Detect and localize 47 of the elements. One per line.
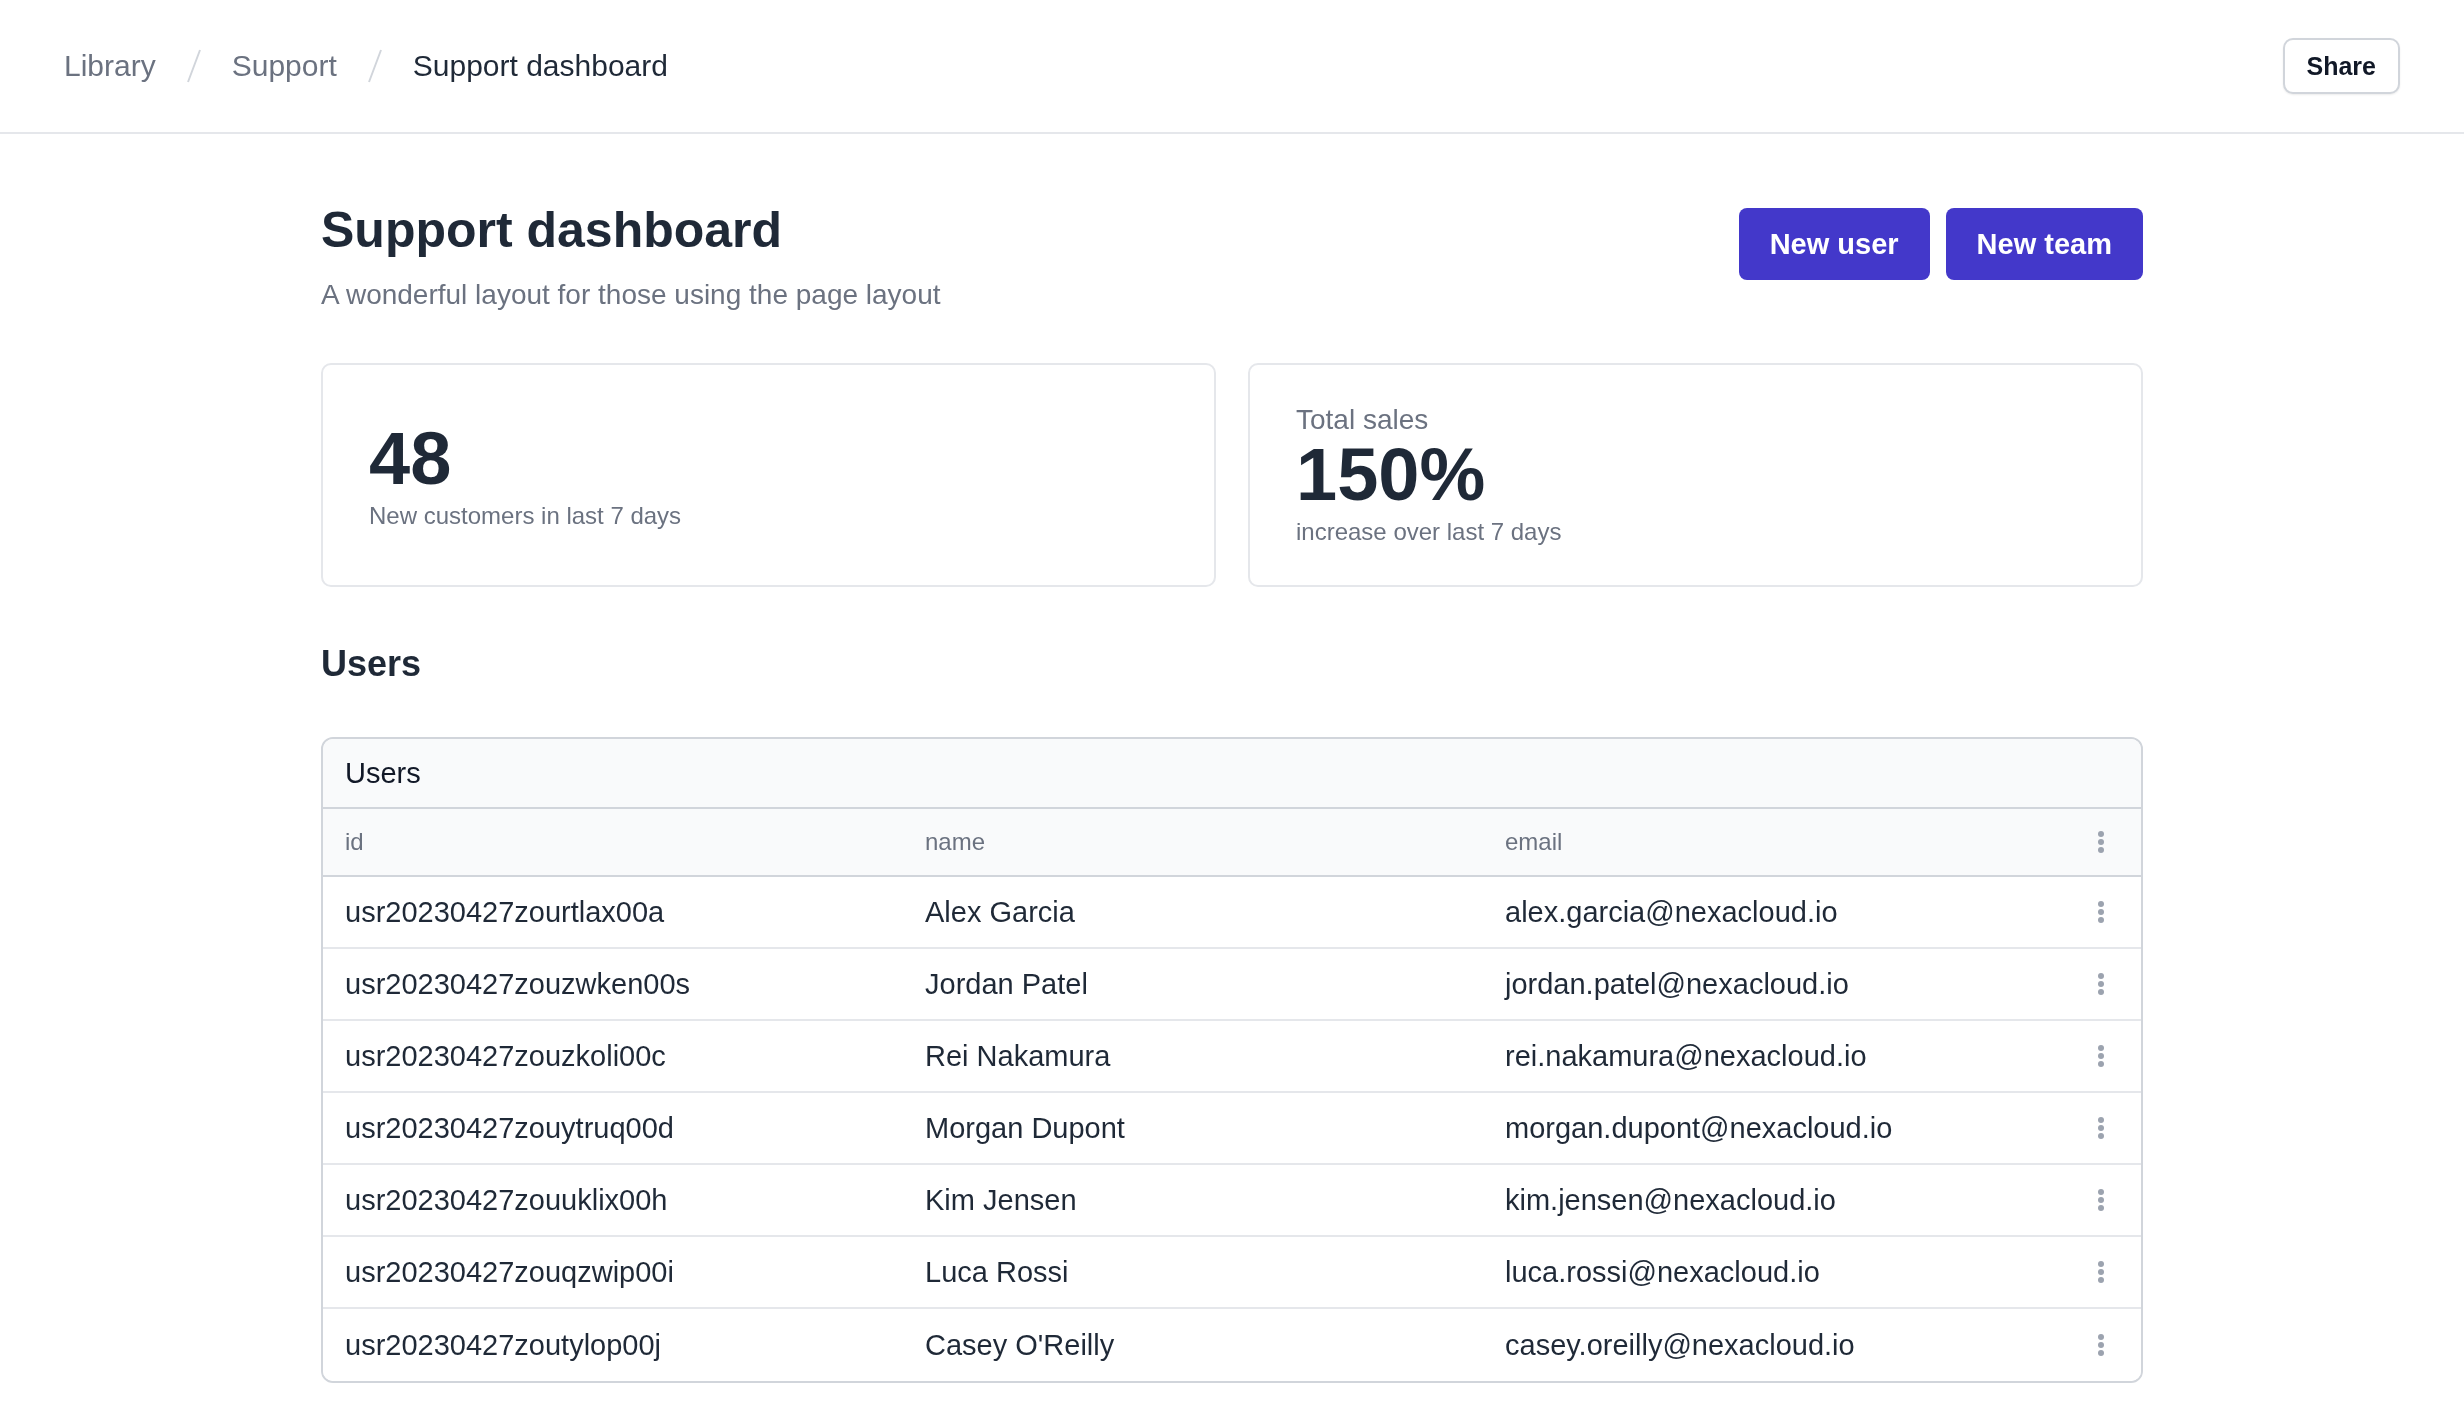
action-button[interactable]: New team — [1945, 208, 2143, 280]
stat-value: 48 — [369, 420, 453, 498]
table-cell-text: alex.garcia@nexacloud.io — [1504, 895, 1839, 929]
table-cell-text: Casey O'Reilly — [924, 1328, 1116, 1362]
more-options-icon[interactable] — [2097, 1117, 2105, 1139]
table-cell-text: usr20230427zouytruq00d — [344, 1111, 675, 1145]
more-options-icon[interactable] — [2097, 1334, 2105, 1356]
breadcrumb-link[interactable]: Support — [231, 49, 337, 83]
action-button[interactable]: New user — [1738, 208, 1930, 280]
share-button[interactable]: Share — [2282, 38, 2400, 94]
table-cell-text: Rei Nakamura — [924, 1039, 1112, 1073]
table-cell-text: rei.nakamura@nexacloud.io — [1504, 1039, 1868, 1073]
more-options-icon[interactable] — [2097, 1045, 2105, 1067]
table-cell-text: usr20230427zouzwken00s — [344, 967, 692, 1001]
more-options-icon[interactable] — [2097, 1189, 2105, 1211]
table-cell-text: usr20230427zouuklix00h — [344, 1183, 669, 1217]
table-cell-text: usr20230427zoutylop00j — [344, 1328, 663, 1362]
breadcrumb-link[interactable]: Support dashboard — [412, 49, 668, 83]
more-options-icon[interactable] — [2097, 1261, 2105, 1283]
page-subtitle: A wonderful layout for those using the page layout — [321, 279, 941, 311]
table-cell-text: Kim Jensen — [924, 1183, 1078, 1217]
more-options-icon[interactable] — [2097, 973, 2105, 995]
page-title: Support dashboard — [321, 201, 784, 260]
table-cell-text: Luca Rossi — [924, 1255, 1070, 1289]
table-title: Users — [323, 739, 2141, 809]
more-options-icon[interactable] — [2097, 901, 2105, 923]
stat-caption: New customers in last 7 days — [369, 501, 683, 530]
column-header: email — [1504, 828, 1564, 856]
stat-label: Total sales — [1296, 404, 1430, 437]
section-heading: Users — [321, 643, 423, 685]
column-header: name — [924, 828, 987, 856]
table-cell-text: luca.rossi@nexacloud.io — [1504, 1255, 1821, 1289]
table-cell-text: jordan.patel@nexacloud.io — [1503, 967, 1850, 1001]
table-cell-text: kim.jensen@nexacloud.io — [1504, 1183, 1837, 1217]
column-header: id — [344, 828, 365, 856]
table-cell-text: morgan.dupont@nexacloud.io — [1504, 1111, 1894, 1145]
table-cell-text: usr20230427zouqzwip00i — [344, 1255, 675, 1289]
table-cell-text: casey.oreilly@nexacloud.io — [1504, 1328, 1856, 1362]
stat-caption: increase over last 7 days — [1296, 517, 1563, 546]
more-options-icon[interactable] — [2097, 831, 2105, 853]
breadcrumb-link[interactable]: Library — [64, 49, 156, 83]
table-cell-text: usr20230427zourtlax00a — [344, 895, 666, 929]
table-cell-text: Jordan Patel — [924, 967, 1089, 1001]
table-cell-text: Alex Garcia — [924, 895, 1076, 929]
table-cell-text: Morgan Dupont — [924, 1111, 1126, 1145]
stat-value: 150% — [1296, 436, 1487, 514]
table-cell-text: usr20230427zouzkoli00c — [344, 1039, 667, 1073]
